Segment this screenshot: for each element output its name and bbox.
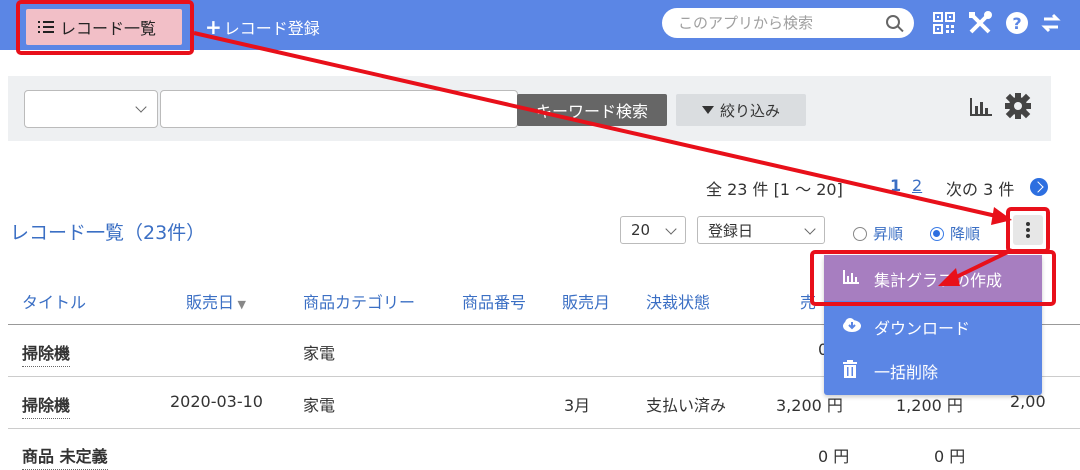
annotation-arrows xyxy=(193,31,1013,286)
annotation-arrow-line xyxy=(193,31,1006,220)
annotation-arrowhead xyxy=(938,268,960,286)
annotation-arrowhead xyxy=(991,207,1012,225)
